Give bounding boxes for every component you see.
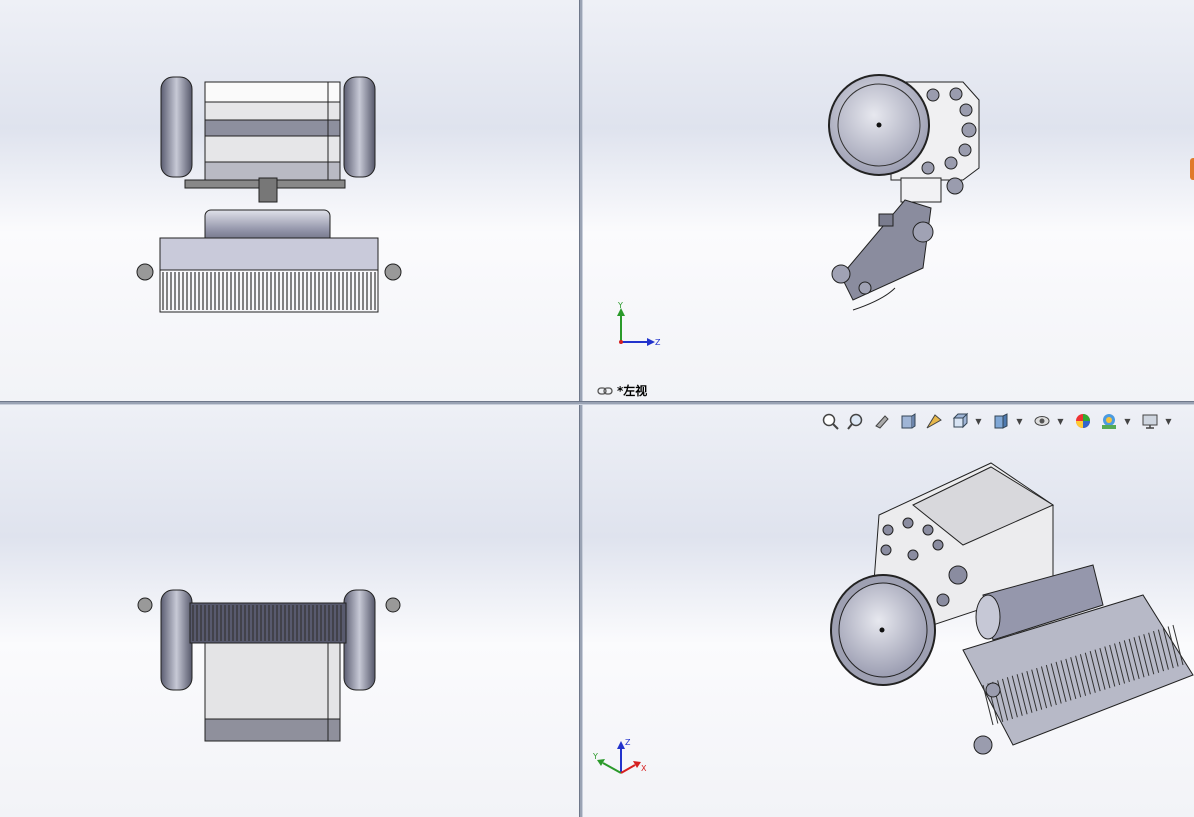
viewport-front[interactable] [0, 0, 579, 401]
front-view-model[interactable] [0, 0, 579, 401]
isometric-view-model[interactable] [583, 405, 1194, 817]
triad-iso-z-label: Z [625, 738, 631, 747]
triad-z-label: Z [655, 338, 661, 347]
triad-iso-y-label: Y [592, 752, 598, 761]
view-name-text: *左视 [617, 384, 648, 398]
coordinate-triad-iso: Z Y X [592, 738, 647, 774]
coordinate-triad: Y Z [617, 301, 661, 347]
triad-iso-x-label: X [641, 764, 647, 773]
view-orientation-label[interactable]: *左视 [597, 382, 647, 399]
viewport-isometric[interactable]: ▼ ▼ ▼ ▼ ▼ Z Y X [583, 405, 1194, 817]
link-views-icon[interactable] [597, 386, 613, 396]
feature-marker [1190, 158, 1194, 180]
viewport-splitter-horizontal[interactable] [0, 401, 1194, 405]
viewport-top[interactable] [0, 405, 579, 817]
top-view-model[interactable] [0, 405, 579, 817]
viewport-left[interactable]: Y Z *左视 [583, 0, 1194, 401]
triad-y-label: Y [617, 301, 623, 310]
left-view-model[interactable] [583, 0, 1194, 401]
viewport-splitter-vertical[interactable] [579, 0, 583, 817]
